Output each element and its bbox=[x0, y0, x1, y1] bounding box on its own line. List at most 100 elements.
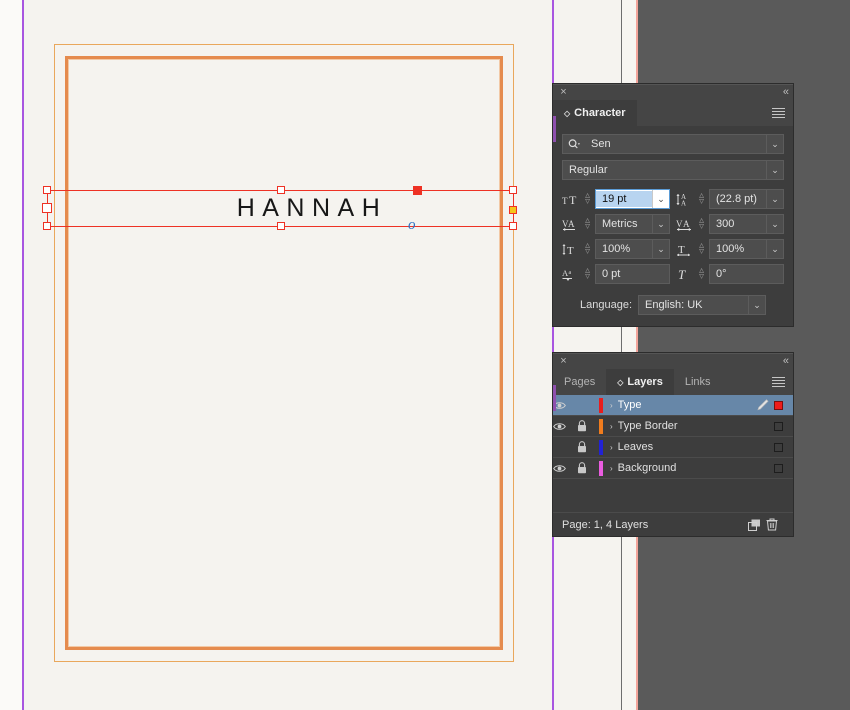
character-panel-titlebar[interactable]: × « bbox=[553, 84, 793, 100]
layer-target-indicator[interactable] bbox=[774, 443, 783, 452]
skew-stepper[interactable]: △▽ bbox=[697, 268, 706, 280]
tab-character[interactable]: ◇ Character bbox=[553, 100, 637, 126]
new-layer-icon[interactable] bbox=[748, 519, 766, 531]
chevron-down-icon[interactable]: ⌄ bbox=[652, 215, 669, 233]
kerning-control[interactable]: VA △▽ Metrics ⌄ bbox=[562, 214, 670, 234]
vertical-scale-value: 100% bbox=[596, 243, 652, 255]
tab-layers[interactable]: ◇ Layers bbox=[606, 369, 674, 395]
lock-icon[interactable] bbox=[577, 462, 599, 474]
document-canvas[interactable]: HANNAH o bbox=[0, 0, 637, 710]
layer-row-type[interactable]: ›Type bbox=[553, 395, 793, 416]
trash-icon[interactable] bbox=[766, 518, 784, 531]
chevron-right-icon[interactable]: › bbox=[610, 464, 613, 473]
handle-bottom-right[interactable] bbox=[509, 222, 517, 230]
eye-icon[interactable] bbox=[553, 401, 577, 410]
chevron-down-icon[interactable]: ⌄ bbox=[652, 240, 669, 258]
vertical-scale-stepper[interactable]: △▽ bbox=[583, 243, 592, 255]
horizontal-scale-field[interactable]: 100% ⌄ bbox=[709, 239, 784, 259]
layers-panel[interactable]: × « Pages ◇ Layers Links ›Type›Type Bord… bbox=[553, 353, 793, 536]
leading-stepper[interactable]: △▽ bbox=[697, 193, 706, 205]
lock-icon[interactable] bbox=[577, 420, 599, 432]
skew-field[interactable]: 0° bbox=[709, 264, 784, 284]
eye-icon[interactable] bbox=[553, 422, 577, 431]
tab-character-label: Character bbox=[574, 107, 625, 119]
layer-name-label: Type Border bbox=[618, 420, 756, 432]
chevron-down-icon[interactable]: ⌄ bbox=[766, 240, 783, 258]
horizontal-scale-stepper[interactable]: △▽ bbox=[697, 243, 706, 255]
character-controls-grid: TT △▽ 19 pt ⌄ AA △▽ (22.8 pt) bbox=[562, 189, 784, 284]
chevron-right-icon[interactable]: › bbox=[610, 401, 613, 410]
handle-top-right[interactable] bbox=[509, 186, 517, 194]
language-row: Language: English: UK ⌄ bbox=[562, 295, 784, 315]
tab-diamond-icon: ◇ bbox=[564, 109, 570, 118]
font-size-field[interactable]: 19 pt ⌄ bbox=[595, 189, 670, 209]
font-style-field[interactable]: Regular ⌄ bbox=[562, 160, 784, 180]
chevron-right-icon[interactable]: › bbox=[610, 422, 613, 431]
tab-links[interactable]: Links bbox=[674, 369, 722, 395]
kerning-stepper[interactable]: △▽ bbox=[583, 218, 592, 230]
svg-text:T: T bbox=[569, 193, 577, 206]
leading-control[interactable]: AA △▽ (22.8 pt) ⌄ bbox=[676, 189, 784, 209]
chevron-down-icon[interactable]: ⌄ bbox=[766, 161, 783, 179]
text-frame-selection[interactable]: HANNAH bbox=[47, 190, 514, 227]
font-family-field[interactable]: Sen ⌄ bbox=[562, 134, 784, 154]
lock-icon[interactable] bbox=[577, 441, 599, 453]
tab-layers-label: Layers bbox=[627, 376, 662, 388]
layer-target-indicator[interactable] bbox=[774, 464, 783, 473]
collapse-icon[interactable]: « bbox=[783, 86, 788, 99]
panel-menu-icon[interactable] bbox=[772, 377, 785, 387]
tracking-icon: VA bbox=[676, 218, 694, 231]
pen-icon bbox=[756, 399, 774, 411]
chevron-down-icon[interactable]: ⌄ bbox=[766, 135, 783, 153]
chevron-down-icon[interactable]: ⌄ bbox=[766, 190, 783, 208]
baseline-shift-field[interactable]: 0 pt bbox=[595, 264, 670, 284]
layer-target-indicator[interactable] bbox=[774, 422, 783, 431]
baseline-shift-control[interactable]: Aa △▽ 0 pt bbox=[562, 264, 670, 284]
layer-row-type-border[interactable]: › Type Border bbox=[553, 416, 793, 437]
tab-pages[interactable]: Pages bbox=[553, 369, 606, 395]
character-panel[interactable]: × « ◇ Character Sen ⌄ Regular ⌄ bbox=[553, 84, 793, 326]
close-icon[interactable]: × bbox=[558, 87, 569, 98]
handle-rotation-marker[interactable] bbox=[413, 186, 422, 195]
layer-color-swatch bbox=[599, 461, 603, 476]
baseline-shift-stepper[interactable]: △▽ bbox=[583, 268, 592, 280]
chevron-right-icon[interactable]: › bbox=[610, 443, 613, 452]
skew-control[interactable]: T △▽ 0° bbox=[676, 264, 784, 284]
font-size-value[interactable]: 19 pt bbox=[596, 191, 652, 207]
font-size-control[interactable]: TT △▽ 19 pt ⌄ bbox=[562, 189, 670, 209]
panel-accent-bar bbox=[553, 116, 556, 142]
close-icon[interactable]: × bbox=[558, 356, 569, 367]
layer-target-indicator[interactable] bbox=[774, 401, 783, 410]
guide-left-purple[interactable] bbox=[22, 0, 24, 710]
collapse-icon[interactable]: « bbox=[783, 355, 788, 368]
handle-middle-left-inport[interactable] bbox=[42, 203, 52, 213]
vertical-scale-field[interactable]: 100% ⌄ bbox=[595, 239, 670, 259]
chevron-down-icon[interactable]: ⌄ bbox=[748, 296, 765, 314]
leading-field[interactable]: (22.8 pt) ⌄ bbox=[709, 189, 784, 209]
panel-menu-icon[interactable] bbox=[772, 108, 785, 118]
tracking-field[interactable]: 300 ⌄ bbox=[709, 214, 784, 234]
kerning-field[interactable]: Metrics ⌄ bbox=[595, 214, 670, 234]
layer-row-leaves[interactable]: ›Leaves bbox=[553, 437, 793, 458]
layer-row-background[interactable]: ›Background bbox=[553, 458, 793, 479]
chevron-down-icon[interactable]: ⌄ bbox=[652, 190, 669, 208]
font-size-stepper[interactable]: △▽ bbox=[583, 193, 592, 205]
handle-bottom-center[interactable] bbox=[277, 222, 285, 230]
handle-top-left[interactable] bbox=[43, 186, 51, 194]
tracking-control[interactable]: VA △▽ 300 ⌄ bbox=[676, 214, 784, 234]
chevron-down-icon[interactable]: ⌄ bbox=[766, 215, 783, 233]
language-label: Language: bbox=[580, 299, 632, 311]
horizontal-scale-control[interactable]: T △▽ 100% ⌄ bbox=[676, 239, 784, 259]
svg-text:T: T bbox=[567, 245, 574, 256]
vertical-scale-control[interactable]: T △▽ 100% ⌄ bbox=[562, 239, 670, 259]
handle-bottom-left[interactable] bbox=[43, 222, 51, 230]
tracking-stepper[interactable]: △▽ bbox=[697, 218, 706, 230]
handle-top-center[interactable] bbox=[277, 186, 285, 194]
language-field[interactable]: English: UK ⌄ bbox=[638, 295, 766, 315]
tracking-value: 300 bbox=[710, 218, 766, 230]
layers-panel-titlebar[interactable]: × « bbox=[553, 353, 793, 369]
layer-color-swatch bbox=[599, 398, 603, 413]
handle-outport-yellow[interactable] bbox=[509, 206, 517, 214]
eye-icon[interactable] bbox=[553, 464, 577, 473]
font-family-value: Sen bbox=[585, 138, 766, 150]
